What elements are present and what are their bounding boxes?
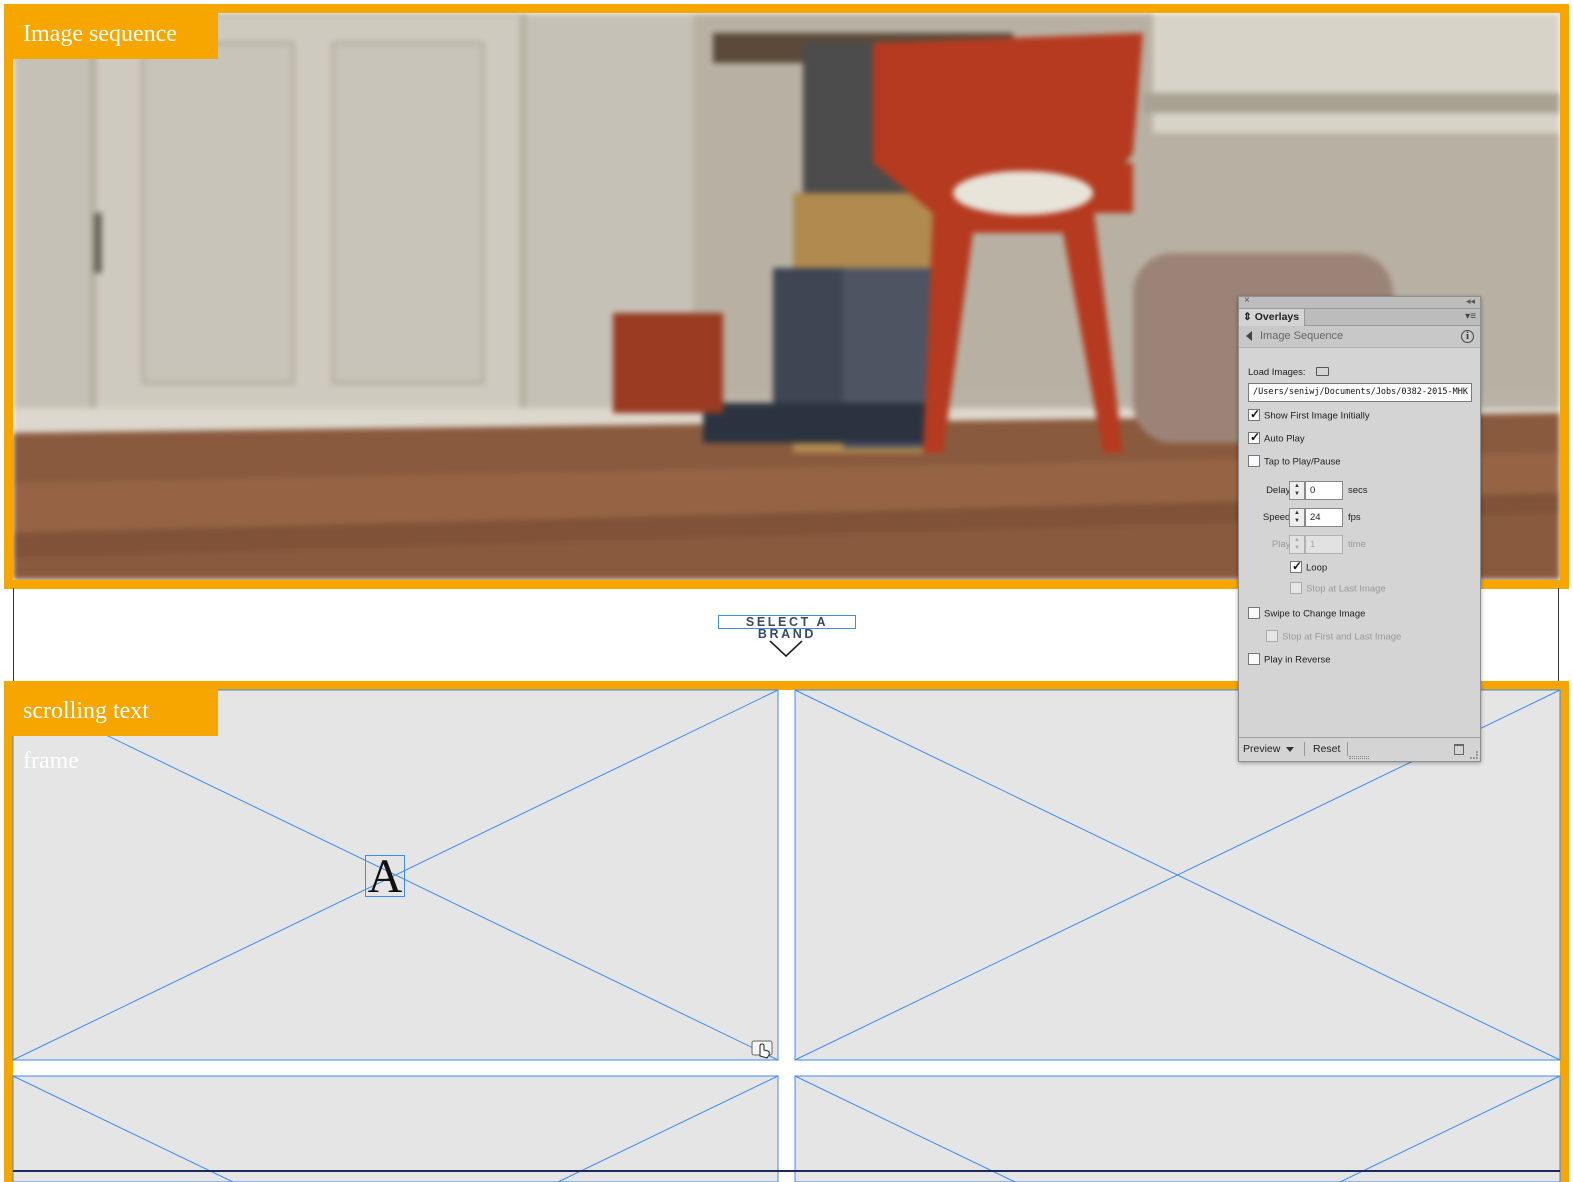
close-icon[interactable]: × [1244, 295, 1250, 306]
updown-icon: ⇕ [1243, 311, 1252, 323]
tap-to-play-label: Tap to Play/Pause [1264, 456, 1341, 468]
reset-button[interactable]: Reset [1313, 743, 1340, 755]
speed-input[interactable]: 24 [1305, 508, 1343, 527]
tap-to-play-row[interactable]: Tap to Play/Pause [1248, 455, 1341, 468]
preview-label: Preview [1243, 743, 1281, 755]
play-count-row: Play: ▲ ▼ 1 time [1239, 535, 1482, 555]
stop-first-last-checkbox [1266, 630, 1278, 642]
text-frame-glyph[interactable]: A [365, 853, 405, 901]
load-images-row: Load Images: [1248, 366, 1330, 378]
play-in-reverse-label: Play in Reverse [1264, 654, 1331, 666]
overlays-panel[interactable]: × ◂◂ ⇕ Overlays ▾≡ Image Sequence i Load… [1238, 295, 1482, 762]
panel-tab-row: ⇕ Overlays ▾≡ [1239, 309, 1480, 326]
show-first-image-label: Show First Image Initially [1264, 410, 1370, 422]
play-input: 1 [1305, 535, 1343, 554]
info-icon[interactable]: i [1461, 330, 1474, 343]
panel-title-bar[interactable]: × ◂◂ [1239, 295, 1480, 309]
dropdown-caret-icon [1286, 746, 1295, 752]
show-first-image-row[interactable]: Show First Image Initially [1248, 407, 1370, 422]
tab-overlays[interactable]: ⇕ Overlays [1239, 309, 1305, 326]
folder-icon[interactable] [1316, 366, 1330, 376]
loop-row[interactable]: Loop [1290, 559, 1328, 574]
footer-divider [1347, 742, 1348, 756]
play-in-reverse-checkbox[interactable] [1248, 653, 1260, 665]
delay-unit: secs [1348, 485, 1368, 496]
panel-subtitle: Image Sequence [1260, 330, 1344, 342]
panel-menu-icon[interactable]: ▾≡ [1465, 311, 1476, 322]
hand-cursor-icon [751, 1040, 773, 1059]
indesign-canvas: Image sequence SELECT A BRAND scrolling … [0, 0, 1573, 1182]
play-unit: time [1348, 539, 1366, 550]
resize-grip-icon[interactable] [1470, 751, 1478, 759]
auto-play-row[interactable]: Auto Play [1248, 430, 1305, 445]
swipe-to-change-row[interactable]: Swipe to Change Image [1248, 607, 1366, 620]
panel-section-header: Image Sequence i [1239, 326, 1480, 348]
speed-stepper[interactable]: ▲ ▼ [1289, 508, 1305, 527]
loop-label: Loop [1306, 562, 1328, 574]
stop-at-last-checkbox [1290, 582, 1302, 594]
show-first-image-checkbox[interactable] [1248, 407, 1260, 421]
play-in-reverse-row[interactable]: Play in Reverse [1248, 653, 1331, 666]
delay-input[interactable]: 0 [1305, 481, 1343, 500]
trash-icon[interactable] [1454, 744, 1464, 755]
panel-footer: Preview Reset [1239, 737, 1480, 761]
stop-at-last-label: Stop at Last Image [1306, 583, 1386, 595]
stop-first-last-label: Stop at First and Last Image [1282, 631, 1402, 643]
preview-dropdown[interactable]: Preview [1243, 743, 1295, 755]
stop-first-last-row: Stop at First and Last Image [1266, 630, 1402, 643]
footer-divider [1304, 742, 1305, 756]
auto-play-checkbox[interactable] [1248, 430, 1260, 444]
drag-handle-icon[interactable] [1349, 756, 1369, 759]
collapse-icon[interactable]: ◂◂ [1466, 296, 1475, 307]
loop-checkbox[interactable] [1290, 559, 1302, 573]
scrolling-text-frame-label: scrolling text frame [9, 686, 218, 774]
play-stepper: ▲ ▼ [1289, 535, 1305, 554]
delay-row: Delay: ▲ ▼ 0 secs [1239, 481, 1482, 501]
speed-row: Speed: ▲ ▼ 24 fps [1239, 508, 1482, 528]
load-images-label: Load Images: [1248, 367, 1306, 378]
auto-play-label: Auto Play [1264, 433, 1305, 445]
image-path-field[interactable]: /Users/seniwj/Documents/Jobs/0382-2015-M… [1248, 383, 1472, 402]
delay-stepper[interactable]: ▲ ▼ [1289, 481, 1305, 500]
back-arrow-icon[interactable] [1246, 331, 1252, 341]
tab-overlays-label: Overlays [1254, 311, 1300, 323]
swipe-to-change-label: Swipe to Change Image [1264, 608, 1366, 620]
speed-unit: fps [1348, 512, 1361, 523]
swipe-to-change-checkbox[interactable] [1248, 607, 1260, 619]
stop-at-last-row: Stop at Last Image [1290, 582, 1386, 595]
tap-to-play-checkbox[interactable] [1248, 455, 1260, 467]
